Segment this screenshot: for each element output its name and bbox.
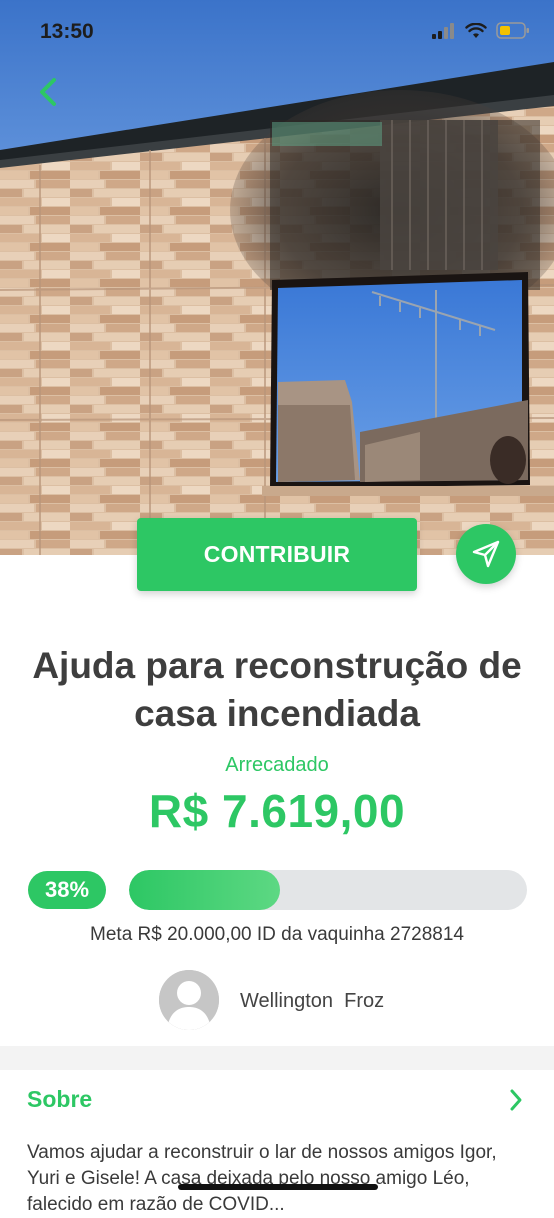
status-icons — [432, 22, 530, 39]
organizer-avatar[interactable] — [159, 970, 219, 1030]
progress-bar-fill — [129, 870, 281, 910]
contribute-button[interactable]: CONTRIBUIR — [137, 518, 417, 591]
battery-icon — [496, 22, 529, 39]
campaign-title: Ajuda para reconstrução de casa incendia… — [32, 645, 522, 734]
wifi-icon — [465, 22, 487, 38]
home-indicator[interactable] — [178, 1184, 378, 1190]
about-description-text: Vamos ajudar a reconstruir o lar de noss… — [27, 1142, 497, 1215]
about-label: Sobre — [27, 1086, 93, 1112]
chevron-right-icon — [510, 1089, 522, 1111]
goal-and-id: Meta R$ 20.000,00 ID da vaquinha 2728814 — [90, 924, 464, 945]
status-bar: 13:50 — [0, 0, 554, 64]
back-button[interactable] — [28, 72, 68, 112]
campaign-hero-image — [0, 0, 554, 555]
chevron-left-icon — [40, 78, 56, 106]
raised-amount: R$ 7.619,00 — [148, 785, 406, 837]
cellular-signal-icon — [432, 22, 454, 39]
paper-plane-icon — [472, 540, 500, 568]
about-row[interactable]: Sobre — [0, 1070, 554, 1130]
share-button[interactable] — [456, 524, 516, 584]
status-time: 13:50 — [40, 20, 94, 43]
user-placeholder-icon — [159, 970, 219, 1030]
raised-label: Arrecadado — [225, 754, 329, 776]
progress-percent-badge: 38% — [28, 871, 106, 909]
organizer-name[interactable]: Wellington Froz — [240, 990, 384, 1013]
progress-bar — [129, 870, 527, 910]
burned-house-photo — [0, 0, 554, 555]
